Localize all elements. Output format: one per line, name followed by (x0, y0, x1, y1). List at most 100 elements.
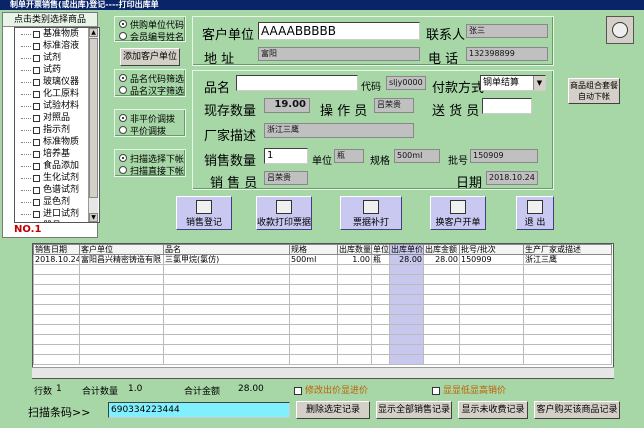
table-cell[interactable] (389, 334, 424, 345)
table-cell[interactable] (423, 324, 460, 335)
table-cell[interactable] (523, 264, 612, 275)
table-row[interactable] (33, 264, 612, 275)
checkbox-icon[interactable] (33, 210, 40, 218)
table-cell[interactable] (163, 264, 290, 275)
table-cell[interactable] (337, 324, 372, 335)
table-cell[interactable]: 150909 (459, 254, 524, 265)
unit-field[interactable]: 瓶 (334, 149, 364, 163)
seller-field[interactable]: 吕荣贵 (264, 171, 308, 185)
table-cell[interactable] (163, 354, 290, 365)
table-cell[interactable] (337, 314, 372, 325)
show-all-sales-button[interactable]: 显示全部销售记录 (376, 401, 452, 419)
customer-purchase-history-button[interactable]: 客户购买该商品记录 (534, 401, 620, 419)
show-cost-checkbox[interactable]: 修改出价显进价 (294, 383, 368, 396)
category-item[interactable]: 试验材料 (15, 100, 99, 112)
table-cell[interactable]: 500ml (289, 254, 338, 265)
checkbox-icon[interactable] (33, 174, 40, 182)
category-scrollbar[interactable]: ▲ ▼ (88, 28, 98, 222)
table-cell[interactable] (337, 264, 372, 275)
combo-package-button[interactable]: 商品组合套餐自动下帐 (568, 78, 620, 104)
table-cell[interactable] (371, 304, 390, 315)
table-cell[interactable] (289, 264, 338, 275)
table-cell[interactable] (423, 294, 460, 305)
checkbox-icon[interactable] (33, 126, 40, 134)
delivery-input[interactable] (482, 98, 532, 114)
table-header-cell[interactable]: 客户单位 (79, 244, 164, 255)
category-item[interactable]: 试药 (15, 64, 99, 76)
table-cell[interactable]: 28.00 (389, 254, 424, 265)
table-cell[interactable] (371, 344, 390, 355)
checkbox-icon[interactable] (33, 54, 40, 62)
reprint-button[interactable]: 票据补打 (340, 196, 402, 230)
table-cell[interactable] (459, 294, 524, 305)
table-cell[interactable] (33, 284, 80, 295)
checkbox-icon[interactable] (33, 66, 40, 74)
table-cell[interactable] (459, 264, 524, 275)
table-cell[interactable] (289, 314, 338, 325)
table-cell[interactable] (423, 334, 460, 345)
table-cell[interactable] (337, 284, 372, 295)
table-cell[interactable] (389, 314, 424, 325)
table-cell[interactable] (289, 284, 338, 295)
maker-field[interactable]: 浙江三鹰 (264, 123, 414, 138)
table-cell[interactable] (289, 304, 338, 315)
table-cell[interactable] (33, 344, 80, 355)
table-cell[interactable] (337, 334, 372, 345)
table-cell[interactable] (523, 334, 612, 345)
category-item[interactable]: 培养基 (15, 148, 99, 160)
checkbox-box[interactable] (432, 386, 440, 395)
radio-code-filter[interactable]: 品名代码筛选 (119, 72, 185, 85)
table-cell[interactable] (459, 344, 524, 355)
radio-chinese-filter[interactable]: 品名汉字筛选 (119, 84, 185, 97)
scroll-thumb[interactable] (89, 38, 98, 198)
table-cell[interactable] (163, 274, 290, 285)
table-cell[interactable] (389, 294, 424, 305)
table-cell[interactable] (289, 354, 338, 365)
sales-register-button[interactable]: 销售登记 (176, 196, 232, 230)
table-header-cell[interactable]: 单位 (371, 244, 390, 255)
table-cell[interactable] (423, 304, 460, 315)
chevron-down-icon[interactable]: ▼ (533, 76, 545, 90)
table-header-cell[interactable]: 规格 (289, 244, 338, 255)
table-cell[interactable] (389, 274, 424, 285)
category-item[interactable]: 基准物质 (15, 28, 99, 40)
table-row[interactable] (33, 324, 612, 335)
table-cell[interactable] (371, 274, 390, 285)
category-item[interactable]: 化工原料 (15, 88, 99, 100)
table-row[interactable] (33, 334, 612, 345)
table-cell[interactable] (33, 354, 80, 365)
table-cell[interactable] (389, 344, 424, 355)
scan-barcode-input[interactable]: 690334223444 (108, 402, 290, 418)
table-cell[interactable] (459, 324, 524, 335)
table-cell[interactable] (33, 274, 80, 285)
checkbox-icon[interactable] (33, 90, 40, 98)
table-cell[interactable] (423, 344, 460, 355)
table-cell[interactable] (33, 314, 80, 325)
table-cell[interactable] (79, 344, 164, 355)
table-cell[interactable] (163, 344, 290, 355)
table-cell[interactable] (337, 304, 372, 315)
table-header-cell[interactable]: 出库单价 (389, 244, 424, 255)
table-cell[interactable] (337, 344, 372, 355)
table-cell[interactable] (163, 294, 290, 305)
batch-field[interactable]: 150909 (470, 149, 538, 163)
scroll-up-icon[interactable]: ▲ (89, 28, 98, 37)
category-item[interactable]: 玻璃仪器 (15, 76, 99, 88)
table-cell[interactable] (459, 284, 524, 295)
checkbox-icon[interactable] (33, 42, 40, 50)
table-header-cell[interactable]: 出库数量 (337, 244, 372, 255)
table-cell[interactable] (79, 314, 164, 325)
table-row[interactable] (33, 294, 612, 305)
table-cell[interactable] (423, 274, 460, 285)
table-cell[interactable] (371, 264, 390, 275)
table-cell[interactable] (523, 284, 612, 295)
table-cell[interactable] (79, 294, 164, 305)
table-cell[interactable] (371, 354, 390, 365)
show-unpaid-button[interactable]: 显示未收费记录 (458, 401, 528, 419)
table-cell[interactable] (79, 324, 164, 335)
table-row[interactable]: 2018.10.24 富阳昌兴精密铸造有限 三氯甲烷(氯仿) 500ml 1.00 瓶 28… (33, 254, 612, 265)
checkbox-box[interactable] (294, 386, 302, 395)
table-cell[interactable] (523, 294, 612, 305)
table-cell[interactable] (79, 304, 164, 315)
table-cell[interactable]: 28.00 (423, 254, 460, 265)
